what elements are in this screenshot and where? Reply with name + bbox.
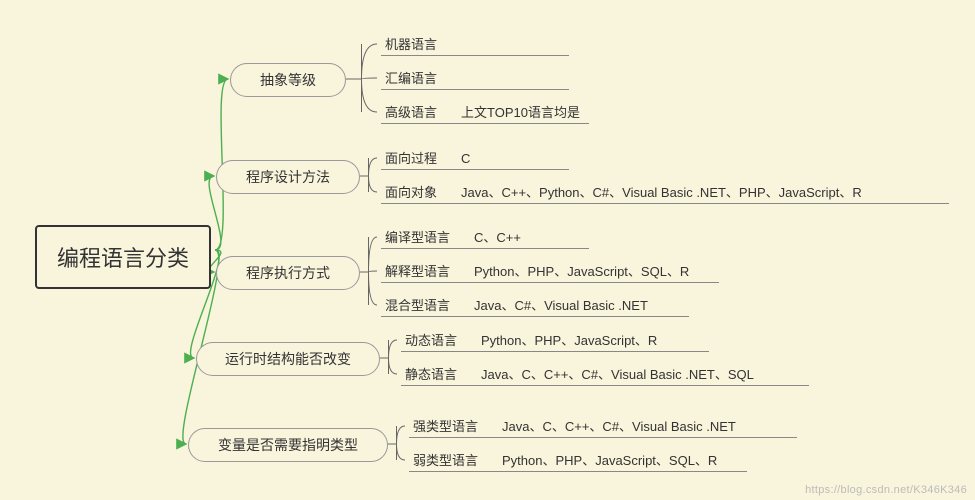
watermark-text: https://blog.csdn.net/K346K346 bbox=[805, 484, 967, 496]
leaf-row-4-0: 强类型语言 Java、C、C++、C#、Visual Basic .NET bbox=[409, 416, 797, 438]
leaf-row-1-0: 面向过程 C bbox=[381, 148, 569, 170]
leaf-label: 混合型语言 bbox=[385, 295, 450, 314]
branch-node-0: 抽象等级 bbox=[230, 63, 346, 97]
root-node: 编程语言分类 bbox=[35, 225, 211, 289]
branch-node-2: 程序执行方式 bbox=[216, 256, 360, 290]
leaf-detail: C、C++ bbox=[474, 227, 521, 246]
leaf-label: 汇编语言 bbox=[385, 68, 437, 87]
leaf-row-0-2: 高级语言 上文TOP10语言均是 bbox=[381, 102, 589, 124]
root-label: 编程语言分类 bbox=[57, 246, 189, 271]
leaf-detail: 上文TOP10语言均是 bbox=[461, 102, 580, 121]
leaf-row-2-2: 混合型语言 Java、C#、Visual Basic .NET bbox=[381, 295, 689, 317]
leaf-detail: Python、PHP、JavaScript、R bbox=[481, 330, 657, 349]
leaf-detail: Java、C、C++、C#、Visual Basic .NET bbox=[502, 416, 736, 435]
leaf-label: 强类型语言 bbox=[413, 416, 478, 435]
leaf-row-0-1: 汇编语言 bbox=[381, 68, 569, 90]
leaf-label: 高级语言 bbox=[385, 102, 437, 121]
leaf-row-3-0: 动态语言 Python、PHP、JavaScript、R bbox=[401, 330, 709, 352]
branch-label: 程序执行方式 bbox=[246, 265, 330, 281]
branch-label: 变量是否需要指明类型 bbox=[218, 437, 358, 453]
leaf-label: 面向过程 bbox=[385, 148, 437, 167]
leaf-label: 面向对象 bbox=[385, 182, 437, 201]
leaf-row-3-1: 静态语言 Java、C、C++、C#、Visual Basic .NET、SQL bbox=[401, 364, 809, 386]
leaf-detail: Java、C++、Python、C#、Visual Basic .NET、PHP… bbox=[461, 182, 862, 201]
leaf-row-1-1: 面向对象 Java、C++、Python、C#、Visual Basic .NET… bbox=[381, 182, 949, 204]
branch-label: 运行时结构能否改变 bbox=[225, 351, 351, 367]
branch-label: 程序设计方法 bbox=[246, 169, 330, 185]
leaf-row-0-0: 机器语言 bbox=[381, 34, 569, 56]
leaf-label: 静态语言 bbox=[405, 364, 457, 383]
leaf-label: 机器语言 bbox=[385, 34, 437, 53]
leaf-detail: Java、C、C++、C#、Visual Basic .NET、SQL bbox=[481, 364, 754, 383]
leaf-label: 编译型语言 bbox=[385, 227, 450, 246]
branch-node-3: 运行时结构能否改变 bbox=[196, 342, 380, 376]
leaf-detail: Python、PHP、JavaScript、SQL、R bbox=[502, 450, 717, 469]
leaf-label: 动态语言 bbox=[405, 330, 457, 349]
branch-node-1: 程序设计方法 bbox=[216, 160, 360, 194]
leaf-label: 解释型语言 bbox=[385, 261, 450, 280]
branch-label: 抽象等级 bbox=[260, 72, 316, 88]
leaf-detail: Python、PHP、JavaScript、SQL、R bbox=[474, 261, 689, 280]
leaf-label: 弱类型语言 bbox=[413, 450, 478, 469]
leaf-detail: C bbox=[461, 151, 470, 166]
leaf-row-2-1: 解释型语言 Python、PHP、JavaScript、SQL、R bbox=[381, 261, 719, 283]
leaf-row-4-1: 弱类型语言 Python、PHP、JavaScript、SQL、R bbox=[409, 450, 747, 472]
branch-node-4: 变量是否需要指明类型 bbox=[188, 428, 388, 462]
leaf-row-2-0: 编译型语言 C、C++ bbox=[381, 227, 589, 249]
leaf-detail: Java、C#、Visual Basic .NET bbox=[474, 295, 648, 314]
